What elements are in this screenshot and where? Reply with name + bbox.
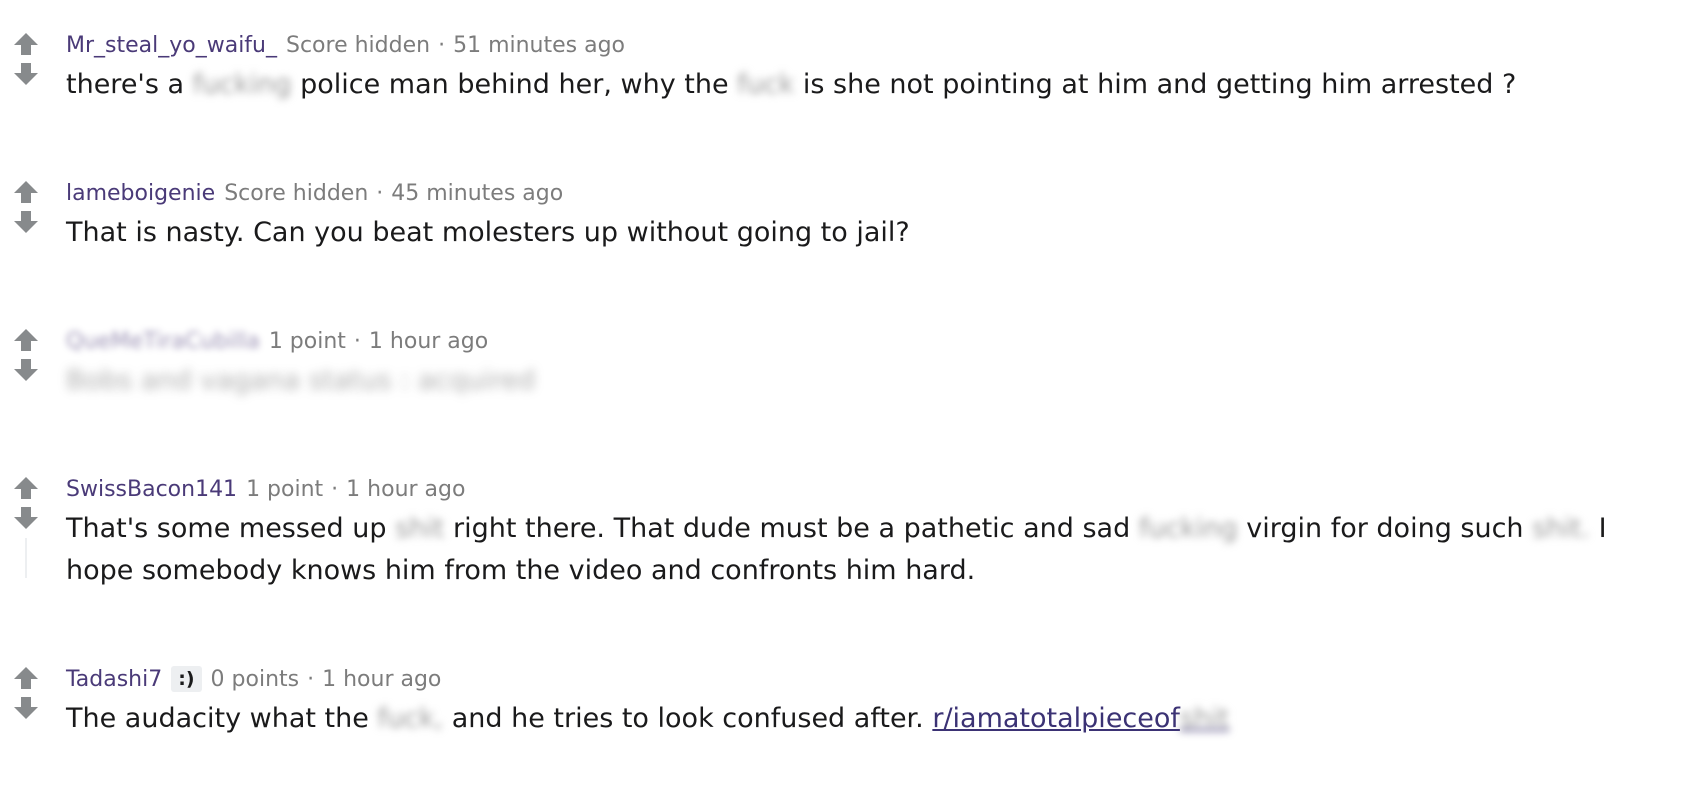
censored-word: shit. [1532, 513, 1590, 544]
censored-word: fuck [737, 69, 795, 100]
downvote-arrow-icon[interactable] [10, 208, 42, 238]
downvote-arrow-icon[interactable] [10, 694, 42, 724]
meta-separator: · [353, 328, 361, 354]
downvote-arrow-icon[interactable] [10, 60, 42, 90]
censored-word: fucking [192, 69, 292, 100]
comment-author[interactable]: QueMeTiraCubilla [66, 329, 260, 354]
comment-timestamp[interactable]: 51 minutes ago [453, 33, 625, 58]
comment-score: Score hidden [286, 32, 431, 58]
upvote-arrow-icon[interactable] [10, 326, 42, 356]
comment-author[interactable]: SwissBacon141 [66, 477, 237, 502]
subreddit-link-text: r/iamatotalpieceof [932, 703, 1180, 734]
upvote-arrow-icon[interactable] [10, 30, 42, 60]
comment-timestamp[interactable]: 1 hour ago [346, 477, 465, 502]
downvote-arrow-icon[interactable] [10, 504, 42, 534]
meta-separator: · [331, 476, 339, 502]
comment-header: SwissBacon141 1 point · 1 hour ago [66, 474, 465, 504]
upvote-arrow-icon[interactable] [10, 664, 42, 694]
comment-text: The audacity what the [66, 703, 378, 734]
vote-column [10, 178, 42, 238]
user-flair: :) [171, 666, 202, 692]
comment-body: That is nasty. Can you beat molesters up… [66, 212, 1666, 254]
comment-timestamp[interactable]: 1 hour ago [322, 667, 441, 692]
comment-score: 1 point [268, 328, 346, 354]
comment-text: is she not pointing at him and getting h… [794, 69, 1517, 100]
comment-text: virgin for doing such [1237, 513, 1533, 544]
comment-text: police man behind her, why the [291, 69, 738, 100]
vote-column [10, 326, 42, 386]
comment-author[interactable]: Tadashi7 [66, 667, 162, 692]
meta-separator: · [438, 32, 446, 58]
thread-line[interactable] [25, 538, 27, 578]
comment-header: Mr_steal_yo_waifu_ Score hidden · 51 min… [66, 30, 625, 60]
comment-body: That's some messed up shit right there. … [66, 508, 1666, 592]
comment-timestamp[interactable]: 45 minutes ago [391, 181, 563, 206]
comment-text: That is nasty. Can you beat molesters up… [66, 217, 910, 248]
comment-score: 0 points [210, 666, 300, 692]
vote-column [10, 474, 42, 578]
comment-text: right there. That dude must be a patheti… [444, 513, 1139, 544]
comment-body: Bobs and vagana status : acquired [66, 360, 1666, 402]
upvote-arrow-icon[interactable] [10, 178, 42, 208]
comment-list: Mr_steal_yo_waifu_ Score hidden · 51 min… [0, 0, 1688, 791]
comment-text: there's a [66, 69, 193, 100]
censored-word: shit [395, 513, 445, 544]
meta-separator: · [307, 666, 315, 692]
censored-word: fucking [1138, 513, 1238, 544]
comment-author[interactable]: Mr_steal_yo_waifu_ [66, 33, 277, 58]
comment-body: there's a fucking police man behind her,… [66, 64, 1666, 106]
comment-text: and he tries to look confused after. [443, 703, 933, 734]
meta-separator: · [376, 180, 384, 206]
comment-header: QueMeTiraCubilla 1 point · 1 hour ago [66, 326, 488, 356]
comment-score: Score hidden [224, 180, 369, 206]
downvote-arrow-icon[interactable] [10, 356, 42, 386]
comment-header: Tadashi7 :) 0 points · 1 hour ago [66, 664, 441, 694]
upvote-arrow-icon[interactable] [10, 474, 42, 504]
censored-word: shit [1179, 703, 1230, 734]
comment-score: 1 point [246, 476, 324, 502]
comment-header: lameboigenie Score hidden · 45 minutes a… [66, 178, 563, 208]
comment-text-blurred: Bobs and vagana status : acquired [66, 365, 536, 396]
vote-column [10, 664, 42, 724]
comment-timestamp[interactable]: 1 hour ago [369, 329, 488, 354]
vote-column [10, 30, 42, 90]
comment-author[interactable]: lameboigenie [66, 181, 215, 206]
censored-word: fuck, [377, 703, 444, 734]
comment-text: That's some messed up [66, 513, 396, 544]
subreddit-link[interactable]: r/iamatotalpieceofshit [932, 703, 1229, 734]
comment-body: The audacity what the fuck, and he tries… [66, 698, 1666, 740]
